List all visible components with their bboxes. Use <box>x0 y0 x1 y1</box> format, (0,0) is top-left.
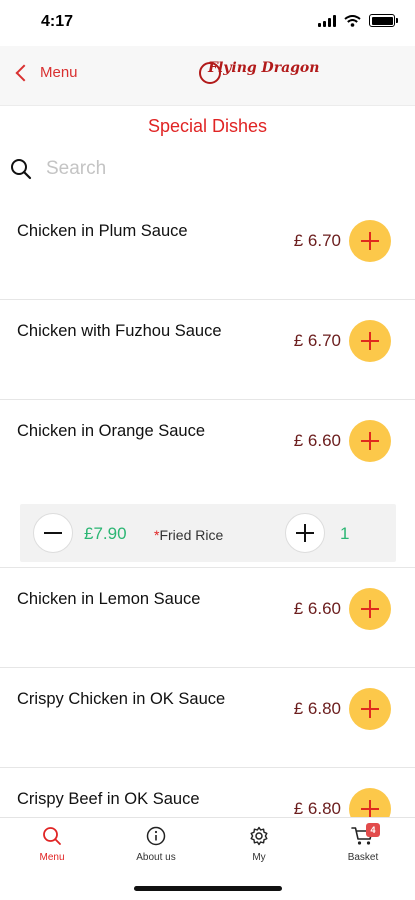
back-button[interactable]: Menu <box>12 64 78 81</box>
signal-icon <box>318 14 336 27</box>
chevron-left-icon <box>15 64 33 81</box>
option-label: *Fried Rice <box>154 527 223 543</box>
add-to-basket-button[interactable] <box>349 788 391 817</box>
option-quantity: 1 <box>340 524 350 543</box>
plus-icon <box>361 700 379 718</box>
dish-price: £ 6.60 <box>293 599 341 618</box>
tab-my[interactable]: My <box>219 826 299 863</box>
logo: Flying Dragon <box>199 60 320 84</box>
page-title: Special Dishes <box>147 116 268 136</box>
search-icon <box>11 159 32 180</box>
add-to-basket-button[interactable] <box>349 420 391 462</box>
search-icon <box>43 827 61 845</box>
option-name: Fried Rice <box>159 527 224 543</box>
status-bar: 4:17 <box>0 0 415 46</box>
dish-option-panel: £7.90 *Fried Rice 1 <box>0 500 415 568</box>
dish-price: £ 6.60 <box>293 431 341 450</box>
tab-label: Basket <box>347 852 379 863</box>
gear-icon <box>250 826 268 846</box>
dish-price: £ 6.70 <box>293 231 341 250</box>
plus-icon <box>361 332 379 350</box>
status-icons <box>318 14 398 27</box>
increase-quantity-button[interactable] <box>285 513 325 553</box>
dish-name: Crispy Beef in OK Sauce <box>17 790 200 808</box>
back-label: Menu <box>40 64 78 81</box>
add-to-basket-button[interactable] <box>349 588 391 630</box>
decrease-quantity-button[interactable] <box>33 513 73 553</box>
home-indicator <box>134 886 282 891</box>
dish-name: Chicken with Fuzhou Sauce <box>17 322 222 340</box>
option-price: £7.90 <box>84 524 127 543</box>
search-input[interactable] <box>46 154 396 184</box>
dish-item[interactable]: Chicken in Plum Sauce £ 6.70 <box>0 200 415 300</box>
plus-icon <box>361 232 379 250</box>
dish-name: Chicken in Orange Sauce <box>17 422 206 440</box>
dish-list: Chicken in Plum Sauce £ 6.70 Chicken wit… <box>0 200 415 817</box>
wifi-icon <box>344 14 361 27</box>
nav-bar: Menu Flying Dragon <box>0 46 415 106</box>
add-to-basket-button[interactable] <box>349 320 391 362</box>
add-to-basket-button[interactable] <box>349 220 391 262</box>
dish-name: Chicken in Plum Sauce <box>17 222 188 240</box>
dish-item[interactable]: Chicken with Fuzhou Sauce £ 6.70 <box>0 300 415 400</box>
dish-price: £ 6.70 <box>293 331 341 350</box>
dish-item[interactable]: Chicken in Lemon Sauce £ 6.60 <box>0 568 415 668</box>
dish-name: Crispy Chicken in OK Sauce <box>17 690 226 708</box>
plus-icon <box>361 600 379 618</box>
search-bar <box>0 150 415 190</box>
add-to-basket-button[interactable] <box>349 688 391 730</box>
tab-label: Menu <box>39 852 65 863</box>
dish-price: £ 6.80 <box>293 699 341 718</box>
option-row: £7.90 *Fried Rice 1 <box>20 504 396 562</box>
dish-item[interactable]: Chicken in Orange Sauce £ 6.60 <box>0 400 415 500</box>
tab-about-us[interactable]: About us <box>116 826 196 863</box>
dish-item[interactable]: Crispy Beef in OK Sauce £ 6.80 <box>0 768 415 817</box>
plus-icon <box>361 800 379 817</box>
tab-menu[interactable]: Menu <box>12 826 92 863</box>
plus-icon <box>296 524 314 542</box>
info-icon <box>146 826 166 846</box>
minus-icon <box>44 532 62 534</box>
basket-count-badge: 4 <box>366 823 380 837</box>
dish-name: Chicken in Lemon Sauce <box>17 590 201 608</box>
plus-icon <box>361 432 379 450</box>
battery-icon <box>369 14 398 27</box>
tab-basket[interactable]: 4 Basket <box>323 823 403 863</box>
dish-item[interactable]: Crispy Chicken in OK Sauce £ 6.80 <box>0 668 415 768</box>
tab-label: My <box>252 852 266 863</box>
status-time: 4:17 <box>41 13 74 30</box>
logo-text: Flying Dragon <box>208 60 320 76</box>
tab-label: About us <box>136 852 176 863</box>
dish-price: £ 6.80 <box>293 799 341 817</box>
